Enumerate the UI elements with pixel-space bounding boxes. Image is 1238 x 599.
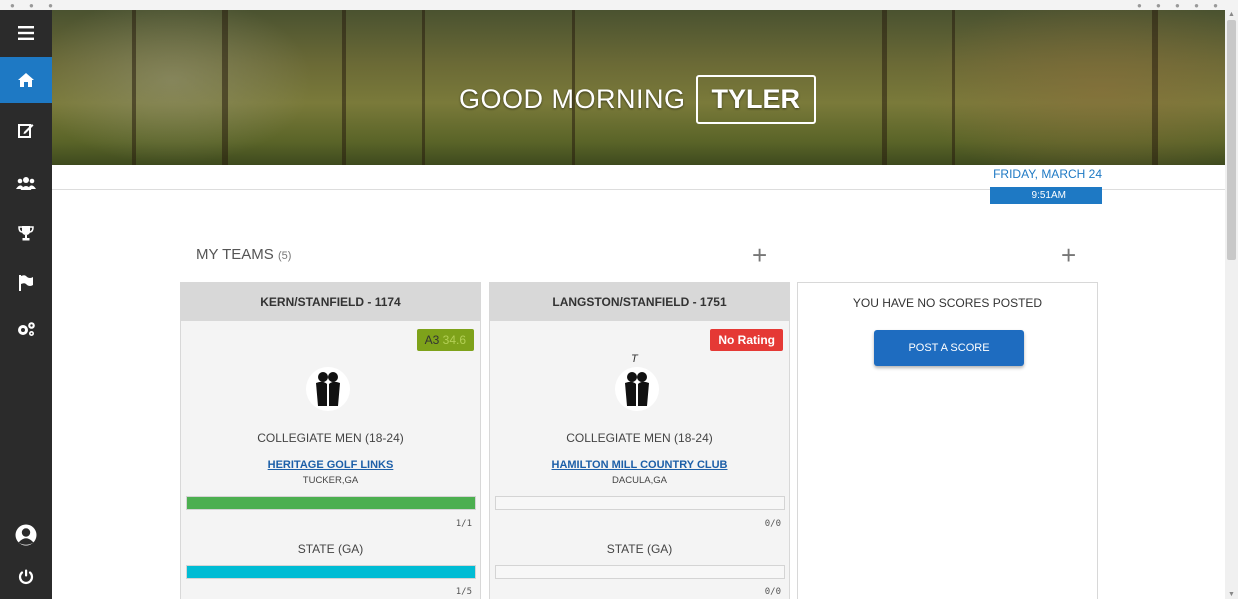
page-scrollbar[interactable]: ▲ ▼ <box>1225 10 1238 599</box>
sidebar <box>0 10 52 599</box>
state-progress-bar <box>186 565 476 579</box>
course-location: DACULA,GA <box>612 475 667 486</box>
hamburger-icon <box>18 26 34 40</box>
progress-count: 1/1 <box>455 519 472 529</box>
rating-class: A3 <box>424 333 440 347</box>
team-count: (5) <box>277 250 292 262</box>
greeting-text: GOOD MORNING <box>459 83 686 114</box>
progress-bar <box>495 496 785 510</box>
my-teams-heading: MY TEAMS (5) <box>196 246 291 263</box>
rating-value: 34.6 <box>442 333 466 347</box>
sidebar-item-flag[interactable] <box>0 260 52 306</box>
edit-icon <box>18 124 34 138</box>
sidebar-item-settings[interactable] <box>0 306 52 352</box>
greeting: GOOD MORNING TYLER <box>459 70 817 128</box>
home-course-link[interactable]: HAMILTON MILL COUNTRY CLUB <box>490 459 789 471</box>
settings-icon <box>18 322 35 336</box>
hero-banner: GOOD MORNING TYLER <box>52 10 1225 165</box>
scores-card: YOU HAVE NO SCORES POSTED POST A SCORE <box>797 282 1098 599</box>
menu-toggle-button[interactable] <box>0 10 52 56</box>
post-score-button[interactable]: POST A SCORE <box>874 330 1024 366</box>
progress-fill <box>187 497 475 509</box>
add-score-button[interactable]: + <box>1061 242 1076 268</box>
team-name: KERN/STANFIELD - 1174 <box>181 283 480 321</box>
scroll-thumb[interactable] <box>1227 20 1236 260</box>
users-icon <box>16 177 36 190</box>
add-team-button[interactable]: + <box>752 242 767 268</box>
state-progress-fill <box>187 566 475 578</box>
sidebar-item-teams[interactable] <box>0 160 52 206</box>
logout-button[interactable] <box>0 554 52 599</box>
scroll-down-icon[interactable]: ▼ <box>1228 591 1235 598</box>
progress-bar <box>186 496 476 510</box>
team-marker: T <box>631 353 638 365</box>
sidebar-item-home[interactable] <box>0 57 52 103</box>
rating-badge: A3 34.6 <box>416 329 474 351</box>
team-players-icon <box>316 372 340 406</box>
flag-icon <box>19 275 33 291</box>
state-label: STATE (GA) <box>297 542 364 556</box>
team-card[interactable]: LANGSTON/STANFIELD - 1751 No Rating T CO… <box>489 282 790 599</box>
team-avatar <box>306 367 350 411</box>
browser-action-icons: ● ● ● ● ● <box>1136 1 1224 10</box>
team-avatar <box>615 367 659 411</box>
team-division: COLLEGIATE MEN (18-24) <box>566 431 713 445</box>
team-card[interactable]: KERN/STANFIELD - 1174 A3 34.6 COLLEGIATE… <box>180 282 481 599</box>
profile-button[interactable] <box>0 512 52 558</box>
browser-toolbar: ● ● ● ● ● ● ● ● <box>0 0 1238 10</box>
current-time: 9:51AM <box>990 187 1102 204</box>
home-icon <box>18 73 34 87</box>
sidebar-item-edit[interactable] <box>0 107 52 153</box>
state-progress-bar <box>495 565 785 579</box>
scroll-up-icon[interactable]: ▲ <box>1228 11 1235 18</box>
my-teams-title: MY TEAMS <box>196 246 274 263</box>
profile-icon <box>15 524 37 546</box>
user-name: TYLER <box>695 74 817 124</box>
current-date: FRIDAY, MARCH 24 <box>993 167 1102 181</box>
no-scores-message: YOU HAVE NO SCORES POSTED <box>852 296 1043 310</box>
progress-count: 0/0 <box>764 519 781 529</box>
team-division: COLLEGIATE MEN (18-24) <box>257 431 404 445</box>
browser-nav-icons: ● ● ● <box>10 1 59 10</box>
team-players-icon <box>625 372 649 406</box>
state-label: STATE (GA) <box>606 542 673 556</box>
course-location: TUCKER,GA <box>302 475 359 486</box>
state-progress-count: 1/5 <box>455 587 472 597</box>
sidebar-item-trophy[interactable] <box>0 210 52 256</box>
trophy-icon <box>18 226 34 241</box>
rating-badge: No Rating <box>710 329 783 351</box>
team-name: LANGSTON/STANFIELD - 1751 <box>490 283 789 321</box>
state-progress-count: 0/0 <box>764 587 781 597</box>
power-icon <box>18 569 34 584</box>
home-course-link[interactable]: HERITAGE GOLF LINKS <box>181 459 480 471</box>
